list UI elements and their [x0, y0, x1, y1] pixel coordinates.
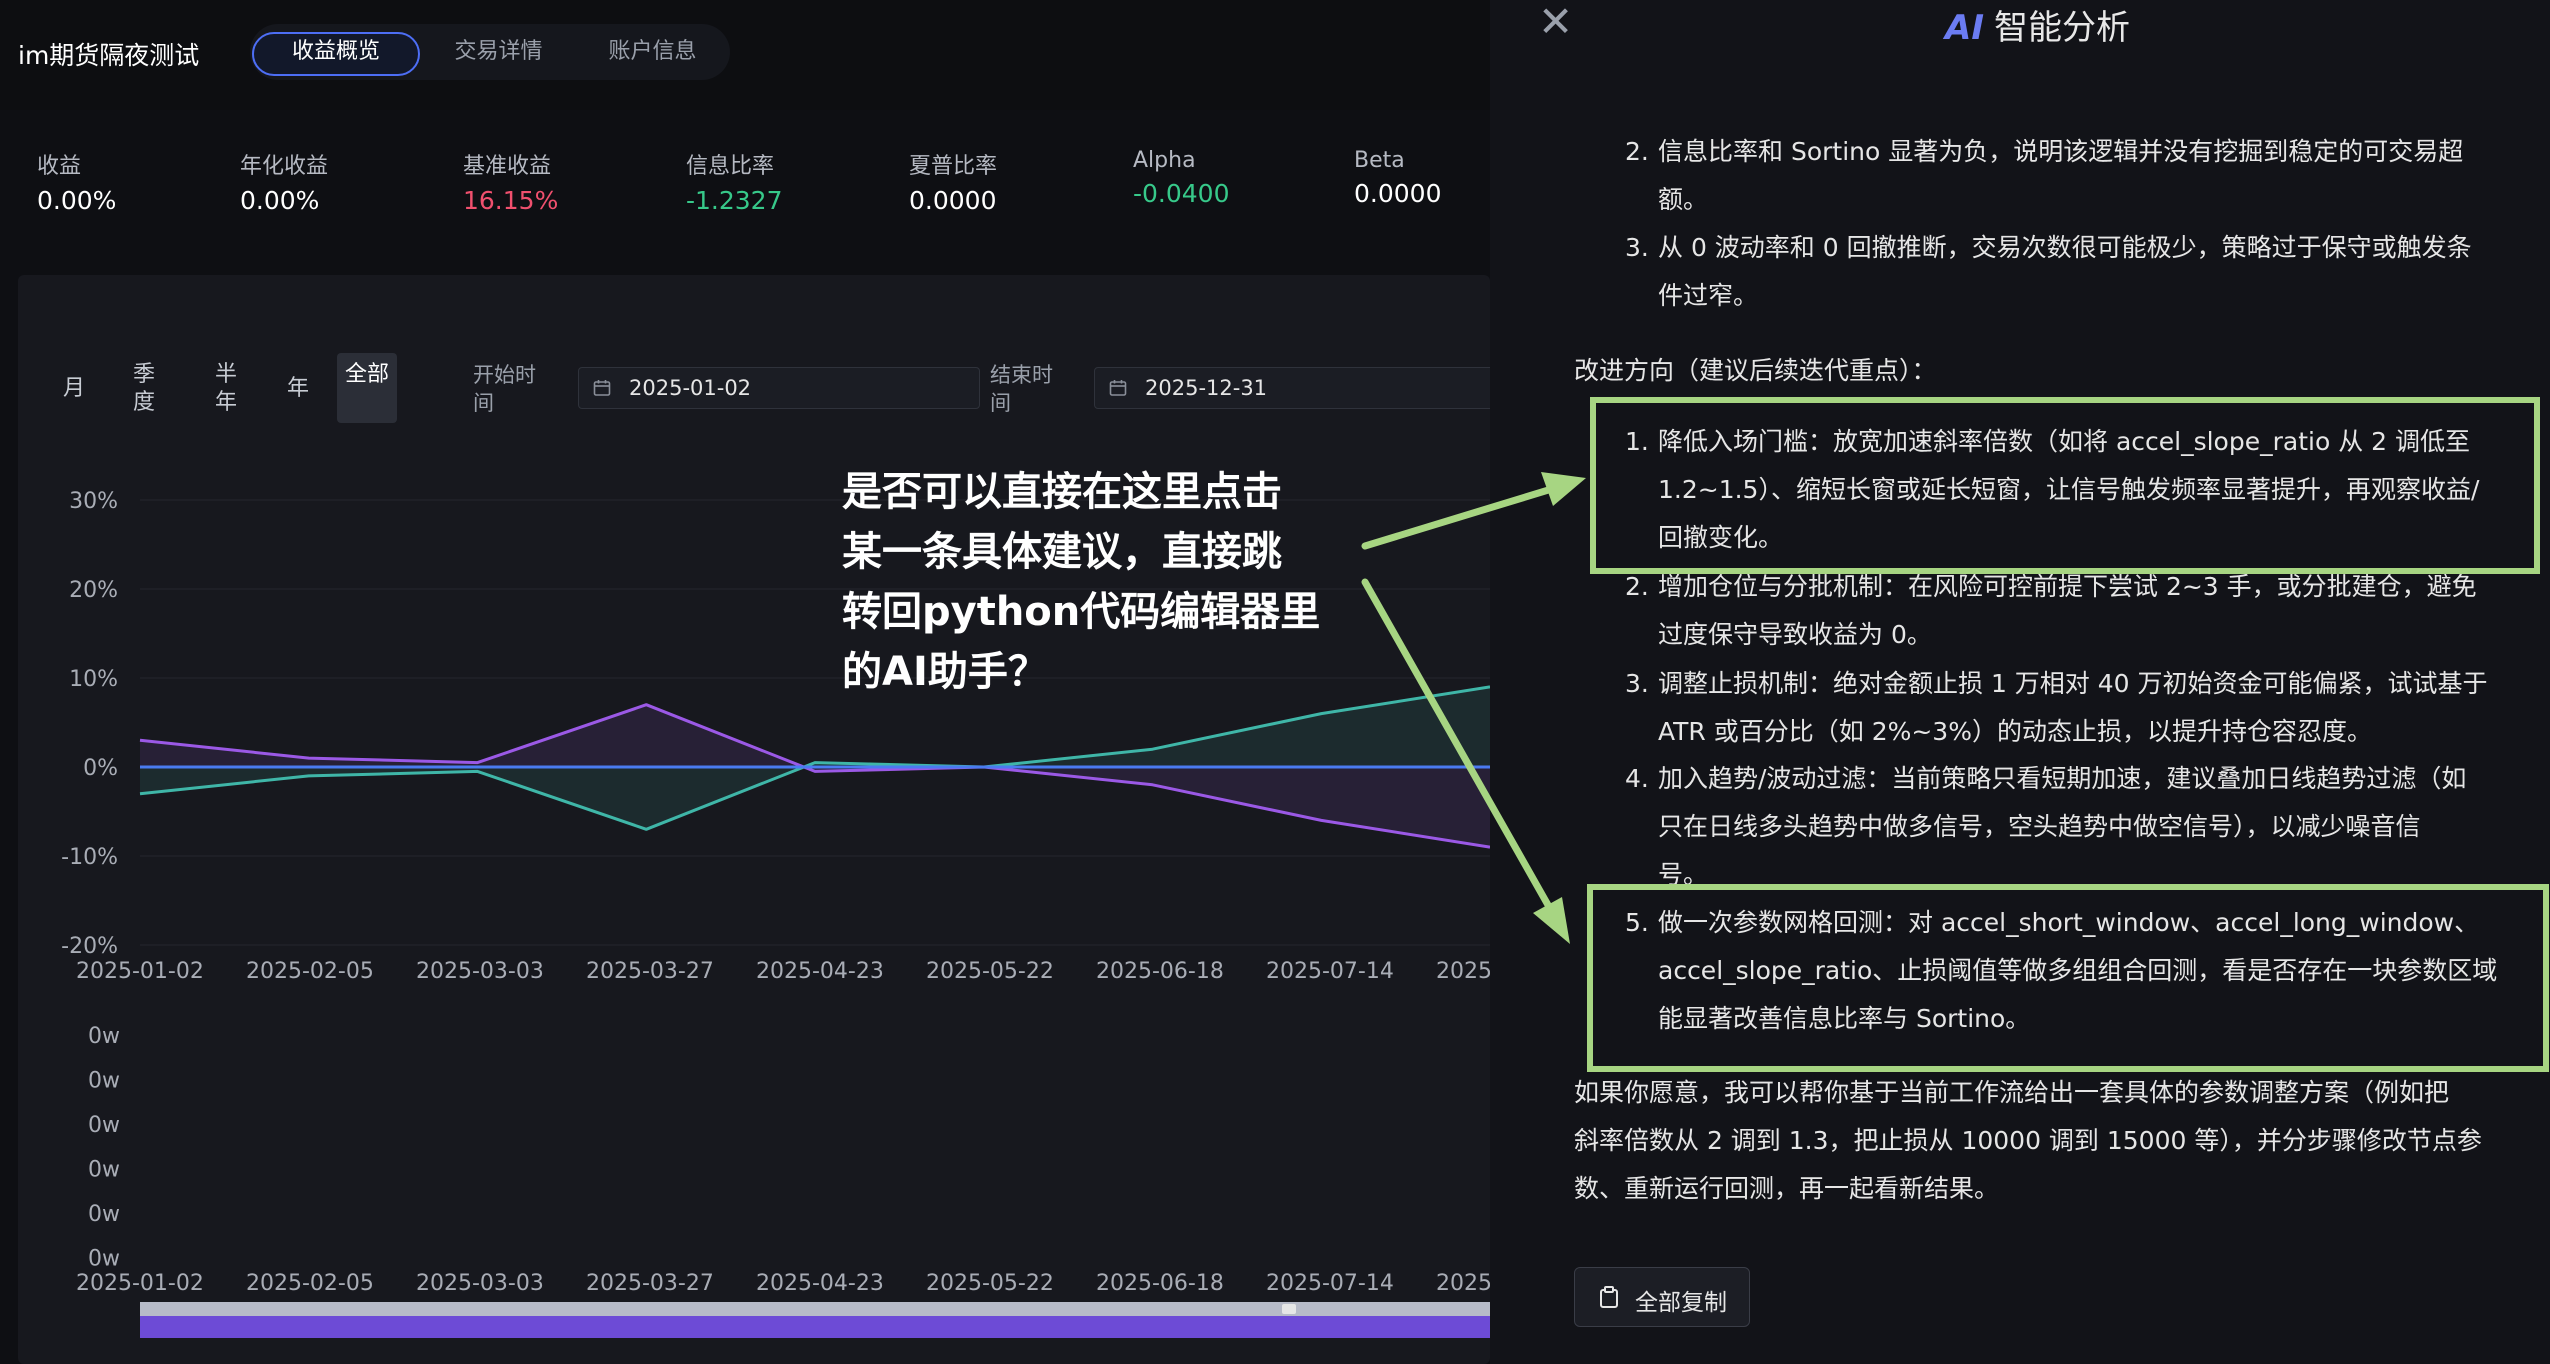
arrow-to-suggestion-5: [1361, 578, 1552, 909]
annotation-arrows: [1361, 472, 1586, 944]
arrow-head-icon: [1541, 472, 1586, 506]
arrow-to-suggestion-1: [1361, 484, 1559, 550]
arrow-head-icon: [1533, 897, 1570, 944]
